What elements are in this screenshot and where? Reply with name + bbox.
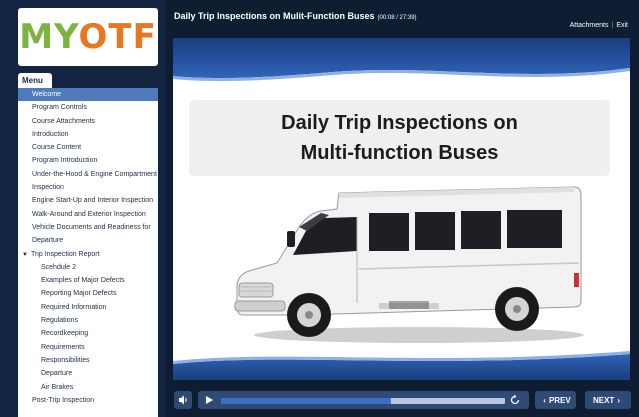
menu-item-departure[interactable]: Departure — [18, 367, 158, 380]
menu-item-engine-start-up[interactable]: Engine Start-Up and Interior Inspection — [18, 194, 158, 207]
menu-item-trip-inspection-report[interactable]: ▼ Trip Inspection Report — [18, 248, 158, 261]
replay-icon[interactable] — [509, 394, 521, 406]
slide-title-line-1: Daily Trip Inspections on — [281, 112, 518, 134]
menu-item-vehicle-documents[interactable]: Vehicle Documents and Readiness for Depa… — [18, 221, 158, 248]
menu-item-program-introduction[interactable]: Program Introduction — [18, 154, 158, 167]
menu-item-responsibilities[interactable]: Responsibilities — [18, 354, 158, 367]
menu-item-under-the-hood[interactable]: Under-the-Hood & Engine Compartment Insp… — [18, 168, 158, 195]
menu-item-walk-around[interactable]: Walk-Around and Exterior Inspection — [18, 208, 158, 221]
top-wave-decoration — [173, 38, 630, 82]
top-bar: Daily Trip Inspections on Mulit-Function… — [166, 0, 639, 36]
caret-down-icon: ▼ — [22, 251, 28, 258]
menu-item-program-controls[interactable]: Program Controls — [18, 101, 158, 114]
slide-stage: Daily Trip Inspections on Multi-function… — [173, 38, 630, 380]
mute-button[interactable] — [174, 391, 192, 409]
menu-item-requirements[interactable]: Requirements — [18, 341, 158, 354]
chevron-right-icon: › — [617, 395, 620, 405]
slide-title: Daily Trip Inspections on Multi-function… — [189, 108, 610, 168]
menu-item-recordkeeping[interactable]: Recordkeeping — [18, 327, 158, 340]
menu-item-schedule-2[interactable]: Scehdule 2 — [18, 261, 158, 274]
logo: MYOTF — [18, 8, 158, 66]
menu-item-air-brakes[interactable]: Air Brakes — [18, 381, 158, 394]
bus-image — [234, 186, 584, 343]
next-button[interactable]: NEXT › — [585, 391, 631, 409]
seek-bar[interactable] — [221, 398, 505, 404]
lesson-title: Daily Trip Inspections on Mulit-Function… — [174, 11, 417, 21]
prev-button-label: PREV — [548, 395, 571, 405]
chevron-left-icon: ‹ — [543, 395, 546, 405]
bottom-wave-decoration — [173, 351, 630, 380]
slide-title-box: Daily Trip Inspections on Multi-function… — [189, 100, 610, 176]
menu-item-welcome[interactable]: Welcome — [18, 88, 158, 102]
logo-letter-y: Y — [54, 17, 79, 57]
link-separator: | — [611, 22, 614, 29]
player-controls: ‹ PREV NEXT › — [166, 386, 639, 417]
menu-item-course-content[interactable]: Course Content — [18, 141, 158, 154]
slide-title-line-2: Multi-function Buses — [300, 142, 499, 164]
menu-tab[interactable]: Menu — [18, 73, 52, 88]
seek-bar-progress — [221, 398, 392, 404]
lesson-title-text: Daily Trip Inspections on Mulit-Function… — [174, 11, 375, 21]
menu-item-course-attachments[interactable]: Course Attachments — [18, 115, 158, 128]
menu-item-regulations[interactable]: Regulations — [18, 314, 158, 327]
next-button-label: NEXT — [592, 395, 615, 405]
menu-item-post-trip-inspection[interactable]: Post-Trip Inspection — [18, 394, 158, 407]
menu-item-examples-major-defects[interactable]: Examples of Major Defects — [18, 274, 158, 287]
logo-text: MYOTF — [19, 17, 157, 57]
speaker-icon — [178, 395, 187, 405]
lesson-time: (00:08 / 27:39) — [377, 15, 417, 21]
top-links: Attachments | Exit — [570, 22, 628, 29]
menu-item-introduction[interactable]: Introduction — [18, 128, 158, 141]
exit-link[interactable]: Exit — [616, 22, 628, 29]
seek-bar-container — [198, 391, 529, 409]
menu-item-required-information[interactable]: Required Information — [18, 301, 158, 314]
menu-item-reporting-major-defects[interactable]: Reporting Major Defects — [18, 287, 158, 300]
menu-item-label: Trip Inspection Report — [30, 250, 100, 258]
attachments-link[interactable]: Attachments — [570, 22, 609, 29]
logo-letters-otf: OTF — [78, 17, 157, 57]
logo-letter-m: M — [19, 17, 55, 57]
menu-list: Welcome Program Controls Course Attachme… — [18, 88, 158, 417]
play-icon[interactable] — [203, 394, 215, 406]
sidebar: MYOTF Menu Welcome Program Controls Cour… — [0, 0, 166, 417]
prev-button[interactable]: ‹ PREV — [535, 391, 576, 409]
